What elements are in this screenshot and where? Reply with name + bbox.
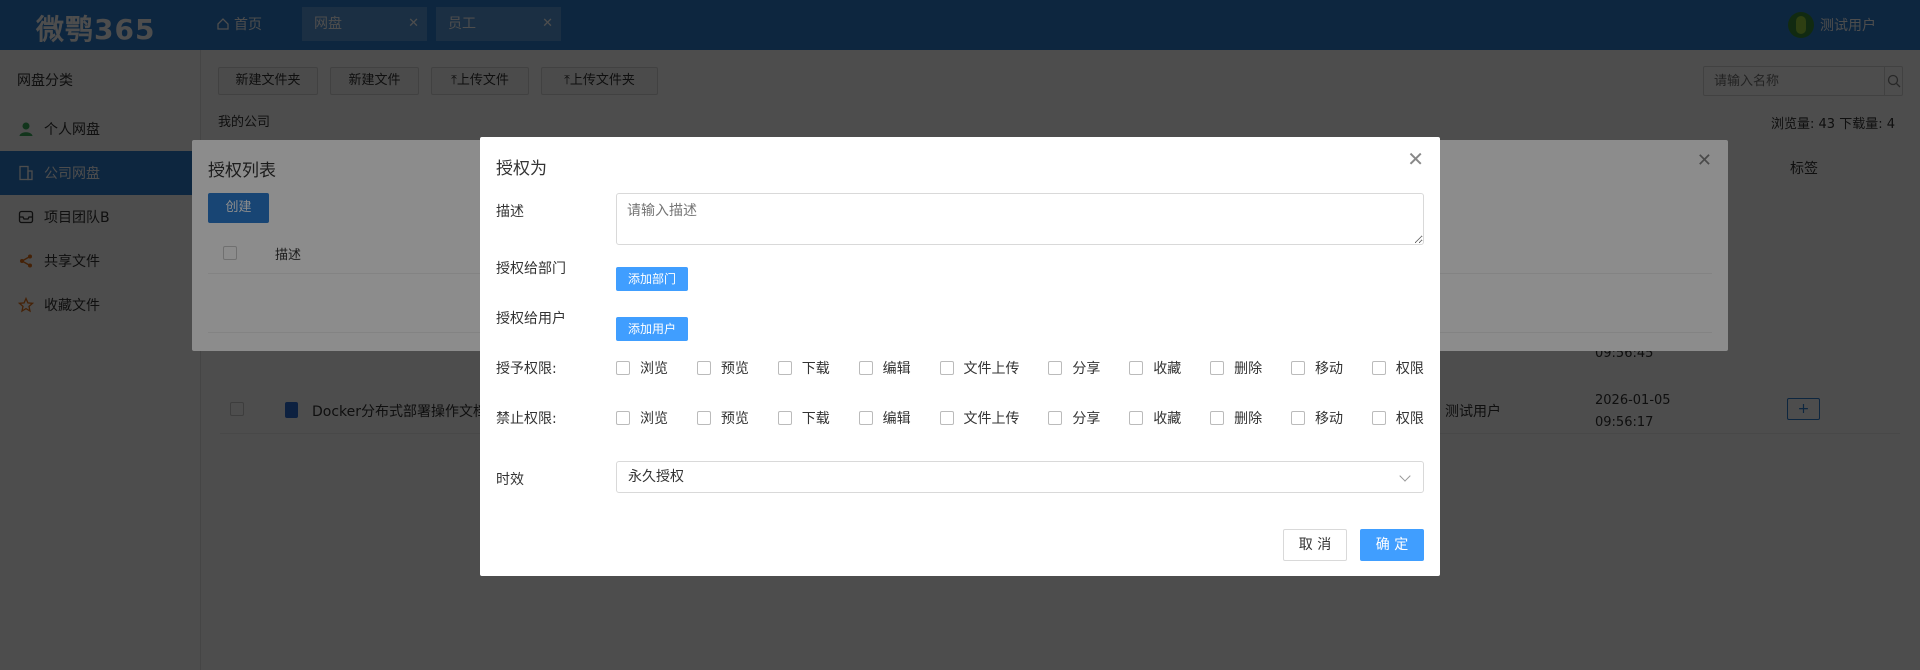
checkbox[interactable] — [1048, 361, 1063, 375]
grant-perm-share[interactable]: 分享 — [1048, 358, 1100, 378]
close-icon[interactable]: ✕ — [1407, 147, 1424, 171]
checkbox[interactable] — [858, 411, 873, 425]
grant-perm-view[interactable]: 浏览 — [616, 358, 668, 378]
user-label: 授权给用户 — [496, 311, 566, 327]
perm-label: 收藏 — [1153, 411, 1182, 427]
deny-perm-view[interactable]: 浏览 — [616, 408, 668, 428]
checkbox[interactable] — [1129, 361, 1144, 375]
validity-label: 时效 — [496, 472, 524, 488]
checkbox[interactable] — [1371, 411, 1386, 425]
perm-label: 移动 — [1315, 361, 1343, 377]
perm-label: 文件上传 — [963, 361, 1020, 377]
checkbox[interactable] — [939, 411, 954, 425]
checkbox[interactable] — [777, 361, 792, 375]
deny-perm-share[interactable]: 分享 — [1048, 408, 1100, 428]
grant-perm-edit[interactable]: 编辑 — [858, 358, 911, 378]
deny-perm-permission[interactable]: 权限 — [1371, 408, 1424, 428]
deny-perm-delete[interactable]: 删除 — [1210, 408, 1262, 428]
perm-label: 删除 — [1234, 361, 1263, 377]
deny-label: 禁止权限: — [496, 411, 557, 427]
checkbox[interactable] — [696, 411, 711, 425]
perm-label: 下载 — [801, 361, 830, 377]
perm-label: 预览 — [720, 361, 749, 377]
desc-input[interactable] — [616, 193, 1424, 245]
perm-label: 分享 — [1072, 411, 1101, 427]
checkbox[interactable] — [939, 361, 954, 375]
deny-permissions: 浏览 预览 下载 编辑 文件上传 分享 收藏 删除 移动 权限 — [616, 408, 1424, 428]
perm-label: 分享 — [1072, 361, 1101, 377]
grant-perm-preview[interactable]: 预览 — [696, 358, 749, 378]
checkbox[interactable] — [696, 361, 711, 375]
deny-perm-edit[interactable]: 编辑 — [858, 408, 911, 428]
grant-perm-permission[interactable]: 权限 — [1371, 358, 1424, 378]
grant-perm-move[interactable]: 移动 — [1291, 358, 1343, 378]
add-dept-button[interactable]: 添加部门 — [616, 267, 689, 291]
auth-dialog: 授权为 ✕ 描述 授权给部门 添加部门 授权给用户 添加用户 授予权限: 浏览 … — [480, 137, 1440, 576]
dialog-title: 授权为 — [496, 159, 547, 179]
cancel-button[interactable]: 取 消 — [1283, 529, 1347, 561]
perm-label: 编辑 — [882, 411, 911, 427]
perm-label: 权限 — [1395, 361, 1424, 377]
perm-label: 权限 — [1395, 411, 1424, 427]
dept-label: 授权给部门 — [496, 261, 566, 277]
checkbox[interactable] — [1371, 361, 1386, 375]
desc-label: 描述 — [496, 204, 524, 220]
perm-label: 预览 — [720, 411, 749, 427]
perm-label: 浏览 — [640, 361, 668, 377]
perm-label: 编辑 — [882, 361, 911, 377]
checkbox[interactable] — [1291, 411, 1305, 425]
grant-label: 授予权限: — [496, 361, 557, 377]
perm-label: 文件上传 — [963, 411, 1020, 427]
grant-perm-upload[interactable]: 文件上传 — [939, 358, 1020, 378]
chevron-down-icon — [1399, 470, 1411, 482]
deny-perm-move[interactable]: 移动 — [1291, 408, 1343, 428]
confirm-button[interactable]: 确 定 — [1360, 529, 1424, 561]
grant-perm-favorite[interactable]: 收藏 — [1129, 358, 1181, 378]
checkbox[interactable] — [1210, 361, 1225, 375]
grant-permissions: 浏览 预览 下载 编辑 文件上传 分享 收藏 删除 移动 权限 — [616, 358, 1424, 378]
perm-label: 移动 — [1315, 411, 1343, 427]
validity-value: 永久授权 — [628, 469, 684, 485]
checkbox[interactable] — [1129, 411, 1144, 425]
perm-label: 删除 — [1234, 411, 1263, 427]
checkbox[interactable] — [1048, 411, 1063, 425]
perm-label: 浏览 — [640, 411, 668, 427]
deny-perm-preview[interactable]: 预览 — [696, 408, 749, 428]
validity-select[interactable]: 永久授权 — [616, 461, 1424, 493]
deny-perm-upload[interactable]: 文件上传 — [939, 408, 1020, 428]
add-user-button[interactable]: 添加用户 — [616, 317, 689, 341]
grant-perm-download[interactable]: 下载 — [777, 358, 830, 378]
deny-perm-favorite[interactable]: 收藏 — [1129, 408, 1181, 428]
checkbox[interactable] — [858, 361, 873, 375]
checkbox[interactable] — [777, 411, 792, 425]
perm-label: 下载 — [801, 411, 830, 427]
deny-perm-download[interactable]: 下载 — [777, 408, 830, 428]
checkbox[interactable] — [1210, 411, 1225, 425]
perm-label: 收藏 — [1153, 361, 1182, 377]
checkbox[interactable] — [616, 411, 630, 425]
checkbox[interactable] — [616, 361, 630, 375]
grant-perm-delete[interactable]: 删除 — [1210, 358, 1262, 378]
checkbox[interactable] — [1291, 361, 1305, 375]
